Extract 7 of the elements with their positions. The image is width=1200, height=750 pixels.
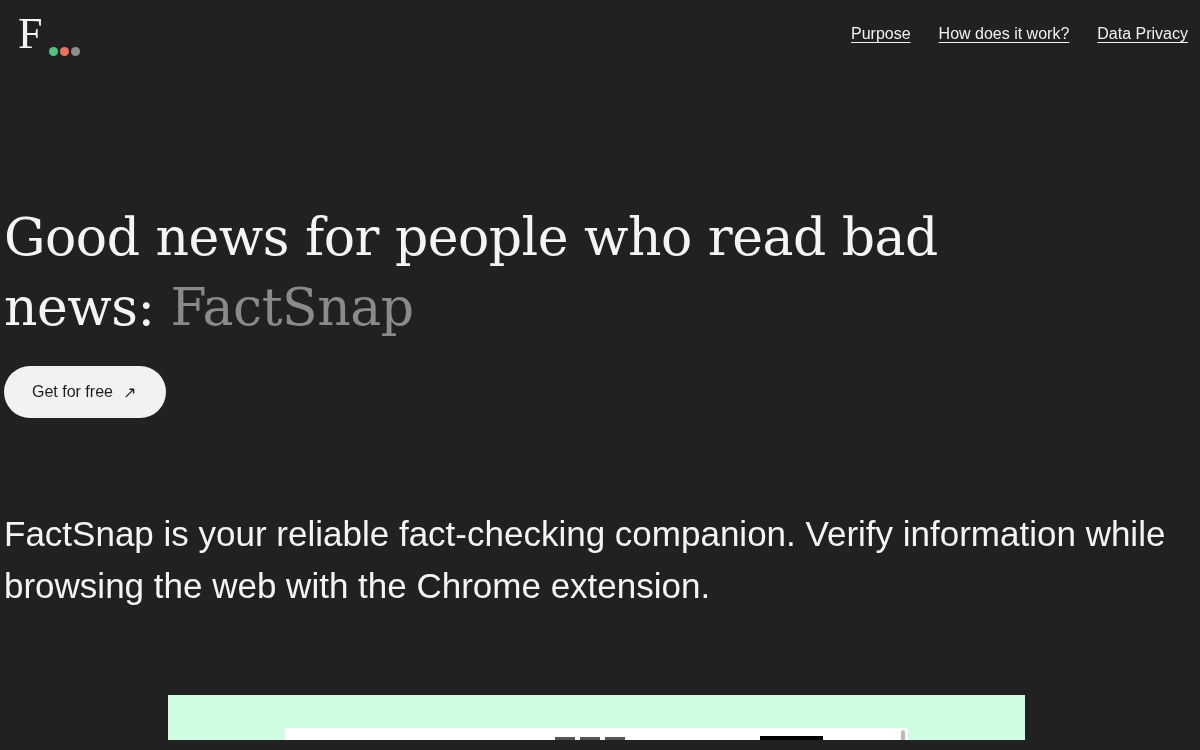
nav-link[interactable]: Purpose <box>851 25 911 43</box>
description: FactSnap is your reliable fact-checking companion. Verify information while browsing the web with the Chrome extension. <box>4 513 1167 607</box>
headline: Good news for people who read bad news: FactSnap <box>4 206 939 339</box>
get-for-free-button[interactable]: Get for free ↗ <box>4 366 166 418</box>
nav-link[interactable]: How does it work? <box>938 25 1070 43</box>
logo-letter: F <box>18 14 43 54</box>
nav-link[interactable]: Data Privacy <box>1097 25 1188 43</box>
